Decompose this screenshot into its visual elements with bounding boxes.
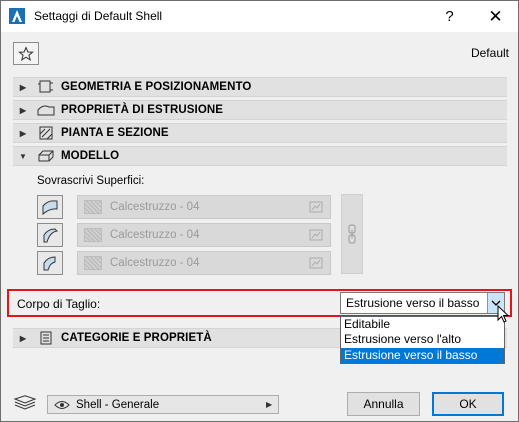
material-picker-icon	[308, 228, 324, 242]
star-icon	[18, 45, 34, 61]
surface-bottom-button[interactable]	[37, 251, 63, 275]
chain-link-icon	[348, 224, 356, 244]
close-button[interactable]: ✕	[473, 1, 518, 32]
material-swatch	[84, 256, 102, 270]
override-surfaces-label: Sovrascrivi Superfici:	[37, 175, 145, 187]
cancel-button[interactable]: Annulla	[347, 392, 420, 416]
ok-button[interactable]: OK	[432, 392, 504, 416]
close-icon: ✕	[488, 6, 503, 26]
surface-material-field[interactable]: Calcestruzzo - 04	[77, 251, 331, 275]
surface-top-button[interactable]	[37, 195, 63, 219]
surface-material-value: Calcestruzzo - 04	[110, 257, 200, 269]
section-label: PROPRIETÀ DI ESTRUSIONE	[61, 104, 224, 116]
archicad-app-icon	[9, 8, 25, 24]
section-label: GEOMETRIA E POSIZIONAMENTO	[61, 81, 252, 93]
section-label: MODELLO	[61, 150, 120, 162]
dialog-window: Settaggi di Default Shell ? ✕ Default ▶ …	[0, 0, 519, 422]
section-label: PIANTA E SEZIONE	[61, 127, 169, 139]
expand-arrow-icon: ▶	[19, 128, 27, 138]
shell-edge-surface-icon	[43, 228, 59, 243]
cut-body-dropdown-list: Editabile Estrusione verso l'alto Estrus…	[340, 316, 505, 364]
favorites-button[interactable]	[13, 42, 39, 65]
cut-body-selected-value: Estrusione verso il basso	[346, 296, 480, 310]
section-proprieta-estrusione[interactable]: ▶ PROPRIETÀ DI ESTRUSIONE	[13, 100, 507, 120]
dropdown-option-estrusione-basso[interactable]: Estrusione verso il basso	[341, 347, 504, 363]
surface-material-value: Calcestruzzo - 04	[110, 229, 200, 241]
shell-surface-icon	[42, 200, 58, 216]
cut-body-select[interactable]: Estrusione verso il basso	[340, 292, 505, 314]
surface-material-field[interactable]: Calcestruzzo - 04	[77, 195, 331, 219]
geometry-icon	[37, 79, 55, 95]
expand-arrow-icon: ▶	[19, 82, 27, 92]
dropdown-option-editabile[interactable]: Editabile	[341, 317, 504, 332]
material-picker-icon	[308, 256, 324, 270]
floorplan-section-icon	[37, 125, 55, 141]
surface-material-value: Calcestruzzo - 04	[110, 201, 200, 213]
surface-material-field[interactable]: Calcestruzzo - 04	[77, 223, 331, 247]
surface-side-button[interactable]	[37, 223, 63, 247]
collapse-arrow-icon: ▼	[19, 151, 27, 161]
material-swatch	[84, 200, 102, 214]
extrusion-icon	[37, 102, 55, 118]
dropdown-option-estrusione-alto[interactable]: Estrusione verso l'alto	[341, 332, 504, 347]
section-geometria[interactable]: ▶ GEOMETRIA E POSIZIONAMENTO	[13, 77, 507, 97]
default-label: Default	[470, 46, 509, 60]
cut-body-label: Corpo di Taglio:	[17, 297, 101, 311]
window-title: Settaggi di Default Shell	[34, 9, 163, 23]
shell-bottom-surface-icon	[43, 256, 56, 271]
section-pianta-sezione[interactable]: ▶ PIANTA E SEZIONE	[13, 123, 507, 143]
expand-arrow-icon: ▶	[19, 105, 27, 115]
mouse-cursor-icon	[497, 305, 510, 323]
categories-icon	[37, 330, 55, 346]
link-surfaces-button[interactable]	[341, 194, 363, 274]
eye-icon	[54, 400, 72, 410]
section-label: CATEGORIE E PROPRIETÀ	[61, 332, 212, 344]
chevron-right-icon: ▶	[266, 400, 273, 409]
expand-arrow-icon: ▶	[19, 333, 27, 343]
section-modello[interactable]: ▼ MODELLO	[13, 146, 507, 166]
help-button[interactable]: ?	[427, 1, 472, 32]
layers-icon	[13, 395, 37, 410]
help-icon: ?	[445, 8, 454, 25]
view-profile-value: Shell - Generale	[76, 398, 160, 411]
view-profile-select[interactable]: Shell - Generale ▶	[47, 395, 279, 414]
model-icon	[37, 148, 55, 164]
title-bar: Settaggi di Default Shell ? ✕	[1, 1, 518, 32]
material-swatch	[84, 228, 102, 242]
material-picker-icon	[308, 200, 324, 214]
